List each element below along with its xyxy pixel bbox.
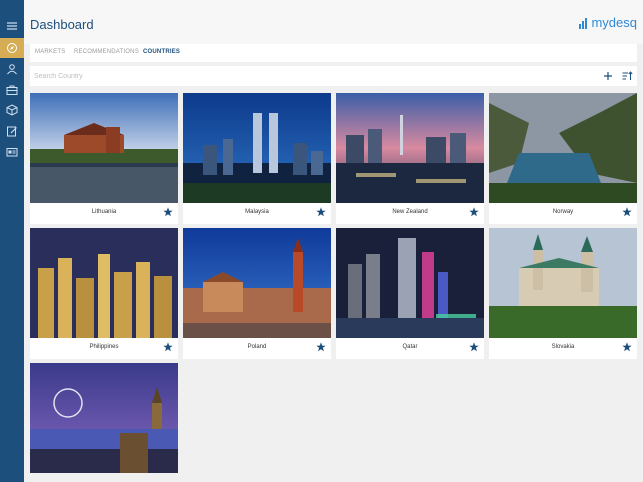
country-card-norway[interactable]: Norway bbox=[489, 93, 637, 224]
sidebar-item-profile[interactable] bbox=[0, 59, 24, 79]
country-name: Norway bbox=[552, 209, 574, 215]
id-card-icon bbox=[6, 148, 18, 157]
favorite-star-icon[interactable] bbox=[469, 207, 479, 217]
tab-recommendations[interactable]: RECOMMENDATIONS bbox=[74, 49, 139, 55]
sidebar-item-products[interactable] bbox=[0, 100, 24, 120]
country-name: Poland bbox=[247, 344, 267, 350]
country-name: Malaysia bbox=[245, 209, 269, 215]
country-photo bbox=[183, 93, 331, 203]
add-button[interactable] bbox=[601, 69, 615, 83]
country-card-united-kingdom[interactable] bbox=[30, 363, 178, 473]
country-card-philippines[interactable]: Philippines bbox=[30, 228, 178, 359]
favorite-star-icon[interactable] bbox=[469, 342, 479, 352]
plus-icon bbox=[604, 72, 612, 80]
sort-button[interactable] bbox=[620, 69, 634, 83]
favorite-star-icon[interactable] bbox=[622, 342, 632, 352]
country-photo bbox=[183, 228, 331, 338]
country-name: New Zealand bbox=[392, 209, 428, 215]
user-icon bbox=[7, 64, 17, 75]
sidebar-menu-button[interactable] bbox=[0, 16, 24, 36]
country-photo bbox=[489, 228, 637, 338]
edit-icon bbox=[7, 126, 17, 137]
tab-markets[interactable]: MARKETS bbox=[35, 49, 65, 55]
header: Dashboard mydesq bbox=[24, 0, 643, 44]
menu-icon bbox=[7, 22, 17, 30]
box-icon bbox=[6, 104, 18, 116]
search-input[interactable] bbox=[32, 69, 532, 83]
sidebar-item-contacts[interactable] bbox=[0, 142, 24, 162]
country-photo bbox=[30, 228, 178, 338]
tab-bar: MARKETS RECOMMENDATIONS COUNTRIES bbox=[30, 44, 637, 62]
country-card-new-zealand[interactable]: New Zealand bbox=[336, 93, 484, 224]
sidebar bbox=[0, 0, 24, 482]
country-card-slovakia[interactable]: Slovakia bbox=[489, 228, 637, 359]
logo-text: mydesq bbox=[591, 15, 637, 30]
logo: mydesq bbox=[579, 16, 637, 29]
favorite-star-icon[interactable] bbox=[163, 342, 173, 352]
country-photo bbox=[489, 93, 637, 203]
country-photo bbox=[336, 93, 484, 203]
search-bar bbox=[30, 66, 637, 86]
tab-countries[interactable]: COUNTRIES bbox=[143, 49, 180, 55]
country-photo bbox=[30, 93, 178, 203]
sidebar-item-notes[interactable] bbox=[0, 121, 24, 141]
country-card-poland[interactable]: Poland bbox=[183, 228, 331, 359]
country-photo bbox=[336, 228, 484, 338]
country-name: Philippines bbox=[89, 344, 119, 350]
sidebar-item-explore[interactable] bbox=[0, 38, 24, 58]
favorite-star-icon[interactable] bbox=[163, 207, 173, 217]
favorite-star-icon[interactable] bbox=[622, 207, 632, 217]
country-name: Slovakia bbox=[551, 344, 575, 350]
country-card-lithuania[interactable]: Lithuania bbox=[30, 93, 178, 224]
country-card-malaysia[interactable]: Malaysia bbox=[183, 93, 331, 224]
page-title: Dashboard bbox=[30, 17, 94, 32]
favorite-star-icon[interactable] bbox=[316, 342, 326, 352]
compass-icon bbox=[7, 43, 17, 53]
favorite-star-icon[interactable] bbox=[316, 207, 326, 217]
sidebar-item-portfolio[interactable] bbox=[0, 80, 24, 100]
logo-bars-icon bbox=[579, 17, 588, 29]
country-name: Lithuania bbox=[91, 209, 117, 215]
country-name: Qatar bbox=[402, 344, 418, 350]
country-photo bbox=[30, 363, 178, 473]
sort-icon bbox=[622, 71, 633, 80]
briefcase-icon bbox=[6, 85, 18, 95]
country-card-qatar[interactable]: Qatar bbox=[336, 228, 484, 359]
